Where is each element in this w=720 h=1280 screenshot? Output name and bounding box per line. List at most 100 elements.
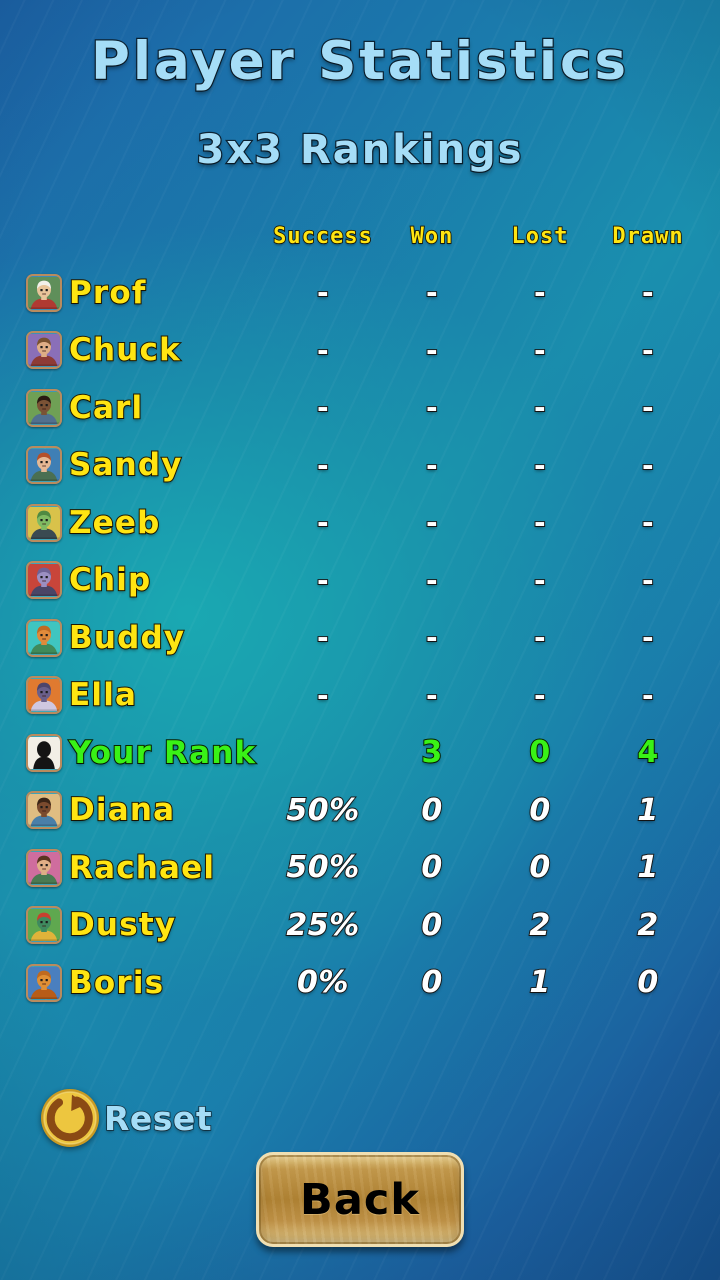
cell-won: -	[425, 333, 439, 368]
player-name: Chip	[68, 561, 152, 599]
cell-lost: -	[533, 563, 547, 598]
player-cell: Ella	[26, 667, 137, 725]
table-row: Chip - - - -	[0, 552, 720, 610]
back-button[interactable]: Back	[256, 1152, 464, 1247]
cell-drawn: 0	[636, 964, 659, 1001]
player-name: Chuck	[68, 331, 181, 369]
cell-won: -	[425, 620, 439, 655]
cell-lost: 2	[528, 907, 551, 944]
cell-drawn: -	[641, 505, 655, 540]
table-row: Rachael 50% 0 0 1	[0, 839, 720, 897]
player-statistics-screen: Player Statistics 3x3 Rankings Success W…	[0, 0, 720, 1280]
cell-won: 0	[420, 964, 443, 1001]
table-row: Buddy - - - -	[0, 609, 720, 667]
cell-lost: 1	[528, 964, 551, 1001]
table-row: Your Rank 3 0 4	[0, 724, 720, 782]
player-cell: Chuck	[26, 322, 181, 380]
zeeb-avatar	[26, 503, 62, 542]
column-header-lost: Lost	[511, 223, 569, 250]
boris-avatar	[26, 963, 62, 1002]
dusty-avatar	[26, 906, 62, 945]
cell-won: 0	[420, 849, 443, 886]
cell-won: -	[425, 448, 439, 483]
player-name: Dusty	[68, 906, 177, 944]
cell-drawn: -	[641, 390, 655, 425]
back-label: Back	[300, 1174, 420, 1225]
player-cell: Diana	[26, 782, 175, 840]
cell-lost: -	[533, 275, 547, 310]
player-cell: Rachael	[26, 839, 215, 897]
buddy-avatar	[26, 618, 62, 657]
cell-lost: 0	[528, 734, 551, 771]
player-cell: Your Rank	[26, 724, 256, 782]
table-row: Ella - - - -	[0, 667, 720, 725]
cell-lost: -	[533, 390, 547, 425]
column-header-drawn: Drawn	[612, 223, 684, 250]
player-name: Diana	[68, 791, 176, 829]
player-name: Zeeb	[68, 504, 161, 542]
player-cell: Buddy	[26, 609, 185, 667]
cell-lost: 0	[528, 849, 551, 886]
table-row: Chuck - - - -	[0, 322, 720, 380]
player-name: Rachael	[68, 849, 216, 887]
cell-won: -	[425, 275, 439, 310]
cell-drawn: 1	[636, 849, 659, 886]
refresh-icon	[41, 1089, 99, 1147]
cell-drawn: -	[641, 448, 655, 483]
diana-avatar	[26, 791, 62, 830]
player-name: Buddy	[68, 619, 186, 657]
reset-label: Reset	[103, 1098, 213, 1139]
cell-lost: -	[533, 678, 547, 713]
table-row: Carl - - - -	[0, 379, 720, 437]
rachael-avatar	[26, 848, 62, 887]
rankings-table: Success Won Lost Drawn Prof - - - - Chuck - - - -…	[0, 223, 720, 1012]
column-header-won: Won	[410, 223, 454, 250]
table-row: Prof - - - -	[0, 264, 720, 322]
cell-drawn: -	[641, 333, 655, 368]
player-name: Sandy	[68, 446, 183, 484]
table-row: Zeeb - - - -	[0, 494, 720, 552]
prof-avatar	[26, 273, 62, 312]
table-header-row: Success Won Lost Drawn	[0, 223, 720, 264]
cell-drawn: -	[641, 678, 655, 713]
player-name: Carl	[68, 389, 144, 427]
cell-lost: -	[533, 620, 547, 655]
cell-lost: -	[533, 505, 547, 540]
cell-won: 0	[420, 792, 443, 829]
player-cell: Chip	[26, 552, 151, 610]
cell-drawn: -	[641, 620, 655, 655]
cell-drawn: 1	[636, 792, 659, 829]
cell-won: 3	[420, 734, 443, 771]
player-cell: Zeeb	[26, 494, 161, 552]
cell-won: -	[425, 678, 439, 713]
player-cell: Prof	[26, 264, 147, 322]
reset-button[interactable]: Reset	[38, 1086, 212, 1150]
cell-won: -	[425, 563, 439, 598]
cell-drawn: 4	[636, 734, 659, 771]
player-name: Prof	[68, 274, 147, 312]
cell-drawn: -	[641, 563, 655, 598]
player-cell: Carl	[26, 379, 143, 437]
table-row: Sandy - - - -	[0, 437, 720, 495]
cell-won: -	[425, 505, 439, 540]
your-rank-avatar	[26, 733, 62, 772]
player-cell: Dusty	[26, 897, 176, 955]
carl-avatar	[26, 388, 62, 427]
player-name: Ella	[68, 676, 138, 714]
ella-avatar	[26, 676, 62, 715]
cell-won: 0	[420, 907, 443, 944]
chip-avatar	[26, 561, 62, 600]
cell-lost: -	[533, 448, 547, 483]
table-row: Diana 50% 0 0 1	[0, 782, 720, 840]
player-cell: Boris	[26, 954, 164, 1012]
player-name: Your Rank	[68, 734, 257, 772]
cell-lost: -	[533, 333, 547, 368]
player-cell: Sandy	[26, 437, 183, 495]
player-name: Boris	[68, 964, 165, 1002]
table-row: Dusty 25% 0 2 2	[0, 897, 720, 955]
page-subtitle: 3x3 Rankings	[195, 126, 524, 174]
chuck-avatar	[26, 331, 62, 370]
cell-drawn: -	[641, 275, 655, 310]
page-title: Player Statistics	[90, 30, 629, 92]
cell-drawn: 2	[636, 907, 659, 944]
